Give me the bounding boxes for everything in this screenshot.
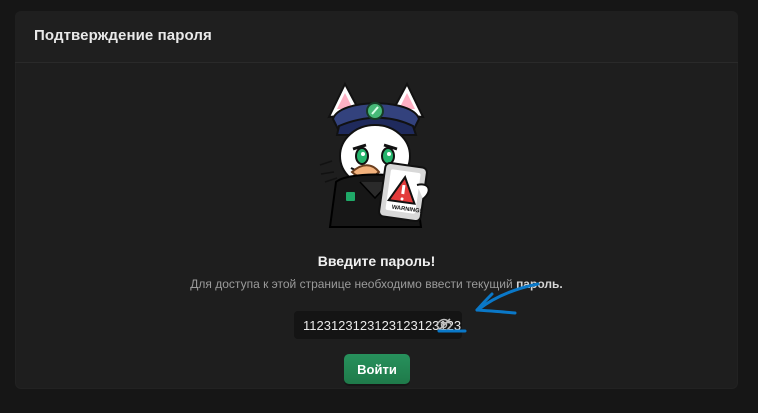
card-title: Подтверждение пароля <box>34 27 212 44</box>
password-heading: Введите пароль! <box>317 253 436 269</box>
password-confirmation-card: Подтверждение пароля WARNING! Введите па… <box>15 11 738 389</box>
eye-slash-icon[interactable] <box>435 316 453 334</box>
card-body: WARNING! Введите пароль! Для доступа к э… <box>15 63 738 389</box>
card-header: Подтверждение пароля <box>15 11 738 63</box>
password-confirmation-page: Подтверждение пароля WARNING! Введите па… <box>0 0 758 413</box>
cat-officer-mascot: WARNING! <box>319 81 430 228</box>
password-description: Для доступа к этой странице необходимо в… <box>15 277 738 291</box>
password-description-prefix: Для доступа к этой странице необходимо в… <box>190 277 513 291</box>
password-field-wrapper <box>294 311 462 339</box>
password-description-emphasis: пароль. <box>516 277 563 291</box>
login-button[interactable]: Войти <box>344 354 410 384</box>
